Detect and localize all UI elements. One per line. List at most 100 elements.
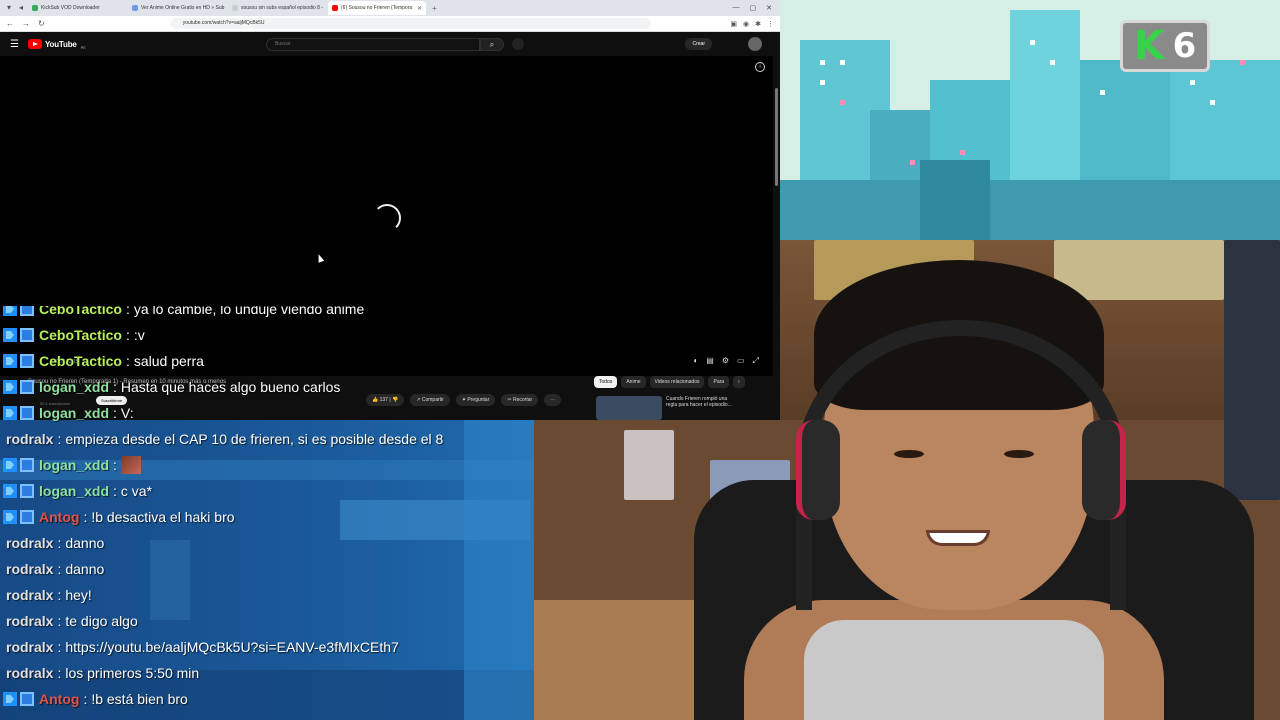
close-tab-icon[interactable]: ✕	[417, 5, 422, 12]
chat-username[interactable]: logan_xdd	[39, 483, 109, 499]
filter-chips: Todos Anime Videos relacionados Para ›	[594, 376, 745, 388]
minimize-icon[interactable]: —	[733, 4, 740, 12]
extension-icon[interactable]: ✱	[755, 20, 761, 28]
chat-username[interactable]: logan_xdd	[39, 379, 109, 395]
page-scrollbar[interactable]	[775, 88, 778, 186]
chat-message: CeboTactico: salud perra	[0, 348, 540, 374]
chat-separator: :	[57, 431, 62, 447]
chat-separator: :	[113, 379, 117, 395]
mouse-cursor-icon	[315, 253, 325, 263]
more-actions-icon[interactable]: ⋯	[544, 394, 562, 406]
kick-platform-icon	[3, 328, 17, 342]
tab-back-icon[interactable]: ◂	[16, 3, 26, 13]
chat-message: CeboTactico::v	[0, 322, 540, 348]
chip-anime[interactable]: Anime	[621, 376, 646, 388]
close-window-icon[interactable]: ✕	[766, 4, 772, 12]
chat-message: rodralx: https://youtu.be/aaljMQcBk5U?si=…	[0, 634, 540, 660]
nav-bar: ← → ↻ youtube.com/watch?v=aaljMQcBk5U ▣ …	[0, 16, 780, 32]
chat-separator: :	[83, 691, 88, 707]
tab-title: sousou sin subs español episodio 8 -	[241, 5, 323, 11]
chat-message: rodralx: empieza desde el CAP 10 de frier…	[0, 426, 540, 452]
chat-separator: :	[57, 587, 62, 603]
chat-username[interactable]: rodralx	[6, 561, 53, 577]
menu-icon[interactable]: ⋮	[767, 20, 774, 28]
hamburger-menu-icon[interactable]: ☰	[10, 39, 26, 50]
tank-top	[804, 620, 1104, 720]
theater-mode-icon[interactable]: ▭	[737, 356, 745, 366]
create-button[interactable]: Crear	[685, 38, 712, 50]
new-tab-icon[interactable]: +	[432, 4, 437, 13]
chat-username[interactable]: logan_xdd	[39, 457, 109, 473]
chat-message: logan_xdd:	[0, 452, 540, 478]
chat-message: logan_xdd: c va*	[0, 478, 540, 504]
extension-icon[interactable]: ◉	[743, 20, 749, 28]
chat-username[interactable]: rodralx	[6, 535, 53, 551]
tab-title: KickSub VOD Downloader	[41, 5, 100, 11]
chat-separator: :	[57, 561, 62, 577]
kick-platform-icon	[3, 406, 17, 420]
address-bar[interactable]: youtube.com/watch?v=aaljMQcBk5U	[170, 18, 651, 29]
chat-message: logan_xdd: Hasta que haces algo bueno car…	[0, 374, 540, 400]
chat-separator: :	[83, 509, 88, 525]
maximize-icon[interactable]: ▢	[750, 4, 757, 12]
chip-related[interactable]: Videos relacionados	[649, 376, 705, 388]
fullscreen-icon[interactable]: ⤢	[753, 356, 759, 366]
browser-tab[interactable]: KickSub VOD Downloader	[28, 1, 126, 15]
kick-platform-icon	[3, 484, 17, 498]
chat-text: V:	[120, 405, 134, 421]
search-icon[interactable]: ⌕	[479, 37, 504, 51]
subscriber-badge-icon	[20, 406, 34, 420]
recommended-title[interactable]: Cuando Frieren rompió una regla para hac…	[666, 396, 738, 408]
chat-message: Antog: !b desactiva el haki bro	[0, 504, 540, 530]
chat-username[interactable]: Antog	[39, 691, 79, 707]
chat-separator: :	[113, 483, 117, 499]
player-controls: ◐ ▤ ⚙ ▭ ⤢	[693, 356, 759, 366]
chat-username[interactable]: rodralx	[6, 639, 53, 655]
browser-tab[interactable]: sousou sin subs español episodio 8 -	[228, 1, 326, 15]
voice-search-icon[interactable]	[511, 38, 524, 50]
poster	[1224, 240, 1280, 500]
chat-separator: :	[125, 327, 130, 343]
autoplay-toggle-icon[interactable]: ◐	[693, 356, 698, 366]
chevron-right-icon[interactable]: ›	[733, 376, 745, 388]
cardboard-boxes	[534, 600, 694, 720]
chat-username[interactable]: logan_xdd	[39, 405, 109, 421]
info-icon[interactable]: i	[755, 62, 765, 72]
extension-icon[interactable]: ▣	[730, 20, 737, 28]
back-icon[interactable]: ←	[6, 19, 14, 28]
chat-message: CeboTactico: ya lo cambie, lo unduje vien…	[0, 306, 540, 322]
chat-separator: :	[57, 665, 62, 681]
browser-tab-active[interactable]: (6) Sousou no Frieren (Tempora ✕	[328, 1, 426, 15]
browser-tab[interactable]: Ver Anime Online Gratis en HD » Sub	[128, 1, 226, 15]
chat-separator: :	[57, 535, 62, 551]
subscriber-badge-icon	[20, 354, 34, 368]
avatar[interactable]	[748, 37, 762, 51]
chat-username[interactable]: CeboTactico	[39, 327, 122, 343]
recommended-thumbnail[interactable]	[596, 396, 662, 420]
settings-icon[interactable]: ⚙	[722, 356, 729, 366]
chat-username[interactable]: rodralx	[6, 665, 53, 681]
youtube-logo[interactable]: YouTube PE	[28, 39, 86, 50]
chat-text: hey!	[65, 587, 92, 603]
chat-username[interactable]: rodralx	[6, 431, 53, 447]
chat-username[interactable]: CeboTactico	[39, 353, 122, 369]
chat-text: empieza desde el CAP 10 de frieren, si e…	[65, 431, 444, 447]
chip-all[interactable]: Todos	[594, 376, 618, 388]
chat-separator: :	[57, 639, 62, 655]
chat-separator: :	[113, 457, 117, 473]
tab-list-icon[interactable]: ▾	[4, 3, 14, 13]
reload-icon[interactable]: ↻	[38, 19, 45, 28]
chip-for-you[interactable]: Para	[708, 376, 730, 388]
chat-username[interactable]: rodralx	[6, 613, 53, 629]
chat-username[interactable]: CeboTactico	[39, 306, 122, 317]
chat-username[interactable]: rodralx	[6, 587, 53, 603]
chat-text: te digo algo	[65, 613, 138, 629]
logo-text: YouTube	[45, 39, 77, 49]
chat-username[interactable]: Antog	[39, 509, 79, 525]
forward-icon[interactable]: →	[22, 19, 30, 28]
search-input[interactable]: Buscar	[265, 37, 480, 51]
chat-separator: :	[113, 405, 117, 421]
subtitles-icon[interactable]: ▤	[706, 356, 714, 366]
chat-separator: :	[125, 306, 130, 317]
chat-text: los primeros 5:50 min	[65, 665, 200, 681]
